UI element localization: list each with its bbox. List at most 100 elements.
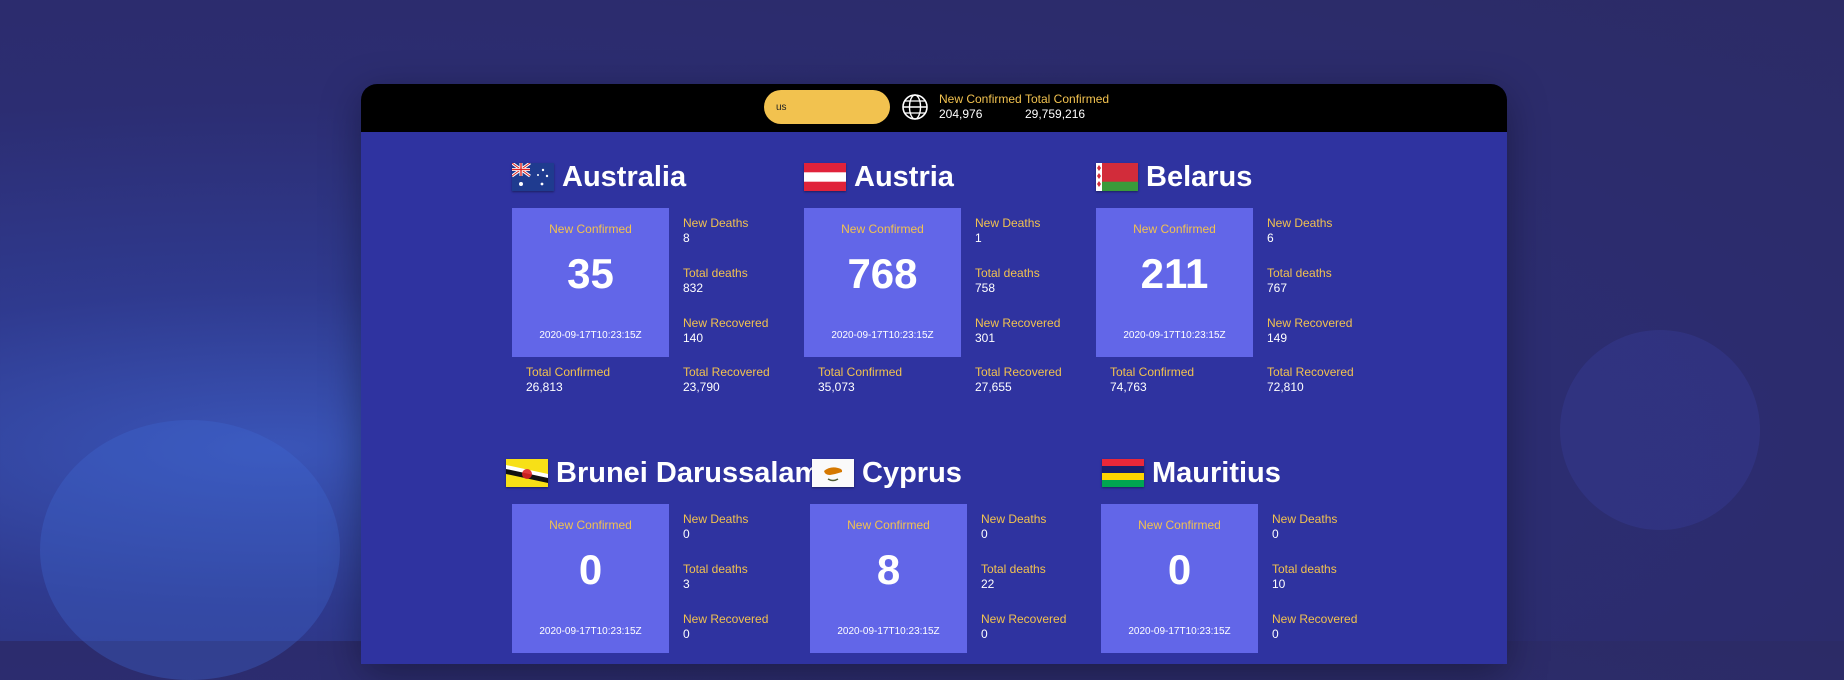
- total-deaths-label: Total deaths: [1267, 266, 1332, 280]
- new-recovered-label: New Recovered: [683, 612, 769, 626]
- cyprus-flag-icon: [812, 459, 854, 487]
- new-recovered-stat: New Recovered 0: [1272, 612, 1357, 642]
- country-name: Brunei Darussalam: [556, 456, 821, 489]
- global-new-confirmed-label: New Confirmed: [939, 92, 1022, 106]
- country-name: Australia: [562, 160, 687, 193]
- background-virus-shape: [1560, 330, 1760, 530]
- search-input[interactable]: [764, 90, 890, 124]
- new-confirmed-value: 768: [847, 250, 918, 297]
- total-deaths-stat: Total deaths 758: [975, 266, 1040, 296]
- new-confirmed-value: 8: [876, 546, 901, 593]
- total-confirmed-stat: Total Confirmed 26,813: [526, 365, 610, 395]
- global-total-confirmed: Total Confirmed 29,759,216: [1025, 92, 1109, 122]
- total-deaths-value: 832: [683, 281, 704, 295]
- total-recovered-value: 27,655: [975, 380, 1012, 394]
- new-deaths-value: 0: [683, 527, 690, 541]
- total-deaths-label: Total deaths: [683, 266, 748, 280]
- total-deaths-value: 758: [975, 281, 996, 295]
- new-recovered-stat: New Recovered 0: [683, 612, 768, 642]
- new-deaths-stat: New Deaths 0: [981, 512, 1046, 542]
- country-name: Cyprus: [862, 456, 962, 489]
- globe-icon: [902, 94, 928, 120]
- new-confirmed-box: New Confirmed 8 2020-09-17T10:23:15Z: [810, 504, 967, 653]
- country-card-austria: Austria New Confirmed 768 2020-09-17T10:…: [804, 157, 1104, 417]
- country-name: Belarus: [1146, 160, 1253, 193]
- country-card-australia: Australia New Confirmed 35 2020-09-17T10…: [512, 157, 812, 417]
- new-confirmed-box: New Confirmed 0 2020-09-17T10:23:15Z: [512, 504, 669, 653]
- total-deaths-label: Total deaths: [1272, 562, 1337, 576]
- timestamp: 2020-09-17T10:23:15Z: [539, 330, 642, 341]
- new-confirmed-value: 0: [578, 546, 603, 593]
- country-header: Brunei Darussalam: [506, 453, 820, 493]
- country-card-belarus: Belarus New Confirmed 211 2020-09-17T10:…: [1096, 157, 1396, 417]
- new-confirmed-label: New Confirmed: [1133, 222, 1216, 236]
- total-confirmed-value: 35,073: [818, 380, 855, 394]
- new-deaths-stat: New Deaths 8: [683, 216, 748, 246]
- country-header: Belarus: [1096, 157, 1252, 197]
- new-recovered-label: New Recovered: [975, 316, 1061, 330]
- new-deaths-label: New Deaths: [975, 216, 1041, 230]
- total-deaths-label: Total deaths: [981, 562, 1046, 576]
- new-deaths-value: 6: [1267, 231, 1274, 245]
- country-card-mauritius: Mauritius New Confirmed 0 2020-09-17T10:…: [1101, 453, 1401, 664]
- new-deaths-stat: New Deaths 0: [683, 512, 748, 542]
- new-confirmed-box: New Confirmed 35 2020-09-17T10:23:15Z: [512, 208, 669, 357]
- total-deaths-stat: Total deaths 3: [683, 562, 748, 592]
- new-recovered-label: New Recovered: [1267, 316, 1353, 330]
- total-deaths-value: 767: [1267, 281, 1288, 295]
- total-deaths-value: 3: [683, 577, 690, 591]
- new-deaths-label: New Deaths: [1267, 216, 1333, 230]
- country-header: Mauritius: [1102, 453, 1281, 493]
- new-deaths-stat: New Deaths 0: [1272, 512, 1337, 542]
- total-recovered-stat: Total Recovered 72,810: [1267, 365, 1354, 395]
- new-recovered-label: New Recovered: [981, 612, 1067, 626]
- timestamp: 2020-09-17T10:23:15Z: [831, 330, 934, 341]
- total-recovered-label: Total Recovered: [975, 365, 1062, 379]
- new-recovered-value: 0: [1272, 627, 1279, 641]
- total-deaths-stat: Total deaths 832: [683, 266, 748, 296]
- new-deaths-stat: New Deaths 6: [1267, 216, 1332, 246]
- timestamp: 2020-09-17T10:23:15Z: [837, 626, 940, 637]
- new-recovered-label: New Recovered: [683, 316, 769, 330]
- total-deaths-stat: Total deaths 767: [1267, 266, 1332, 296]
- new-recovered-value: 301: [975, 331, 996, 345]
- mauritius-flag-icon: [1102, 459, 1144, 487]
- total-recovered-stat: Total Recovered 27,655: [975, 365, 1062, 395]
- top-bar: New Confirmed 204,976 Total Confirmed 29…: [361, 84, 1507, 132]
- total-confirmed-label: Total Confirmed: [526, 365, 611, 379]
- new-recovered-stat: New Recovered 140: [683, 316, 768, 346]
- global-total-confirmed-value: 29,759,216: [1025, 107, 1086, 121]
- total-recovered-stat: Total Recovered 23,790: [683, 365, 770, 395]
- total-deaths-stat: Total deaths 10: [1272, 562, 1337, 592]
- new-recovered-stat: New Recovered 0: [981, 612, 1066, 642]
- total-recovered-label: Total Recovered: [683, 365, 770, 379]
- belarus-flag-icon: [1096, 163, 1138, 191]
- new-confirmed-label: New Confirmed: [1138, 518, 1221, 532]
- total-confirmed-label: Total Confirmed: [1110, 365, 1195, 379]
- total-confirmed-stat: Total Confirmed 35,073: [818, 365, 902, 395]
- new-recovered-value: 149: [1267, 331, 1288, 345]
- new-deaths-value: 0: [1272, 527, 1279, 541]
- timestamp: 2020-09-17T10:23:15Z: [1123, 330, 1226, 341]
- new-confirmed-value: 0: [1167, 546, 1192, 593]
- new-confirmed-label: New Confirmed: [841, 222, 924, 236]
- new-deaths-label: New Deaths: [981, 512, 1047, 526]
- country-name: Austria: [854, 160, 954, 193]
- new-confirmed-label: New Confirmed: [549, 222, 632, 236]
- total-deaths-value: 10: [1272, 577, 1286, 591]
- brunei-flag-icon: [506, 459, 548, 487]
- total-confirmed-value: 74,763: [1110, 380, 1147, 394]
- new-recovered-value: 140: [683, 331, 704, 345]
- new-confirmed-box: New Confirmed 211 2020-09-17T10:23:15Z: [1096, 208, 1253, 357]
- global-new-confirmed: New Confirmed 204,976: [939, 92, 1022, 122]
- total-recovered-value: 72,810: [1267, 380, 1304, 394]
- total-confirmed-value: 26,813: [526, 380, 563, 394]
- new-confirmed-label: New Confirmed: [549, 518, 632, 532]
- new-deaths-value: 1: [975, 231, 982, 245]
- austria-flag-icon: [804, 163, 846, 191]
- new-deaths-value: 0: [981, 527, 988, 541]
- new-recovered-label: New Recovered: [1272, 612, 1358, 626]
- new-recovered-stat: New Recovered 149: [1267, 316, 1352, 346]
- country-card-brunei: Brunei Darussalam New Confirmed 0 2020-0…: [506, 453, 820, 664]
- country-header: Australia: [512, 157, 686, 197]
